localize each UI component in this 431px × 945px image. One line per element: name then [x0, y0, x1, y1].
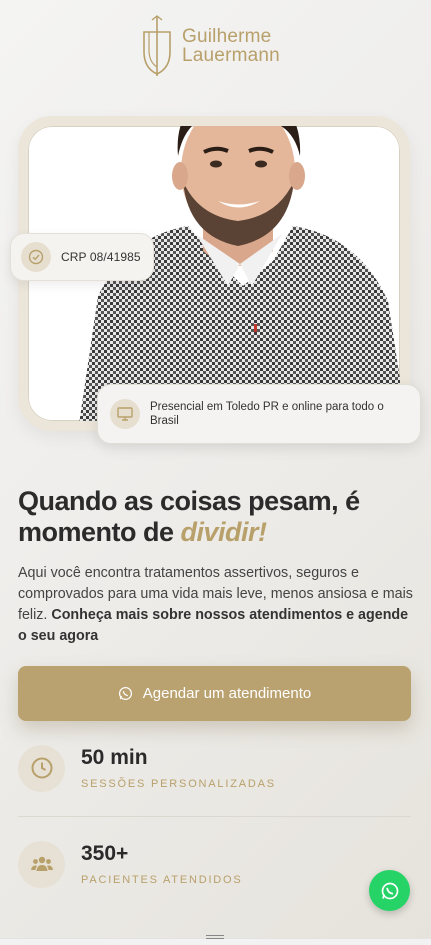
- location-badge: Presencial em Toledo PR e online para to…: [97, 384, 421, 444]
- headline-bold-2: momento de: [18, 517, 181, 547]
- headline-text-2: , é: [331, 486, 360, 516]
- brand-name-first: Guilherme: [182, 26, 272, 47]
- schedule-button-label: Agendar um atendimento: [142, 685, 312, 702]
- crp-badge: CRP 08/41985: [10, 233, 154, 281]
- stat-patients: 350+ PACIENTES ATENDIDOS: [18, 834, 411, 894]
- hero-headline: Quando as coisas pesam, é momento de div…: [18, 486, 418, 548]
- stat-label: PACIENTES ATENDIDOS: [81, 874, 243, 886]
- schedule-appointment-button[interactable]: Agendar um atendimento: [18, 666, 411, 721]
- monitor-icon: [110, 399, 140, 429]
- check-circle-icon: [21, 242, 51, 272]
- crp-number: CRP 08/41985: [61, 250, 141, 264]
- headline-bold-1: pesam: [248, 486, 332, 516]
- shield-sword-logo-icon: [143, 15, 171, 76]
- description-bold: Conheça mais sobre nossos atendimentos e…: [18, 607, 409, 644]
- brand-logo[interactable]: Guilherme Lauermann: [140, 14, 280, 78]
- stat-value: 350+: [81, 842, 129, 865]
- brand-name-last: Lauermann: [182, 45, 280, 66]
- headline-italic: dividir!: [180, 517, 268, 547]
- whatsapp-floating-button[interactable]: [369, 870, 410, 911]
- location-text: Presencial em Toledo PR e online para to…: [150, 401, 384, 427]
- stat-label: SESSÕES PERSONALIZADAS: [81, 778, 276, 790]
- users-icon: [18, 840, 65, 888]
- bottom-bar: [0, 938, 431, 945]
- hero-description: Aqui você encontra tratamentos assertivo…: [18, 563, 413, 647]
- headline-text-1: Quando as coisas: [18, 486, 249, 516]
- stat-value: 50 min: [81, 746, 148, 769]
- whatsapp-icon: [118, 686, 132, 701]
- drag-handle-icon[interactable]: [206, 935, 224, 939]
- clock-icon: [18, 744, 65, 792]
- divider: [18, 816, 411, 817]
- whatsapp-icon: [381, 882, 398, 899]
- stat-sessions: 50 min SESSÕES PERSONALIZADAS: [18, 738, 411, 798]
